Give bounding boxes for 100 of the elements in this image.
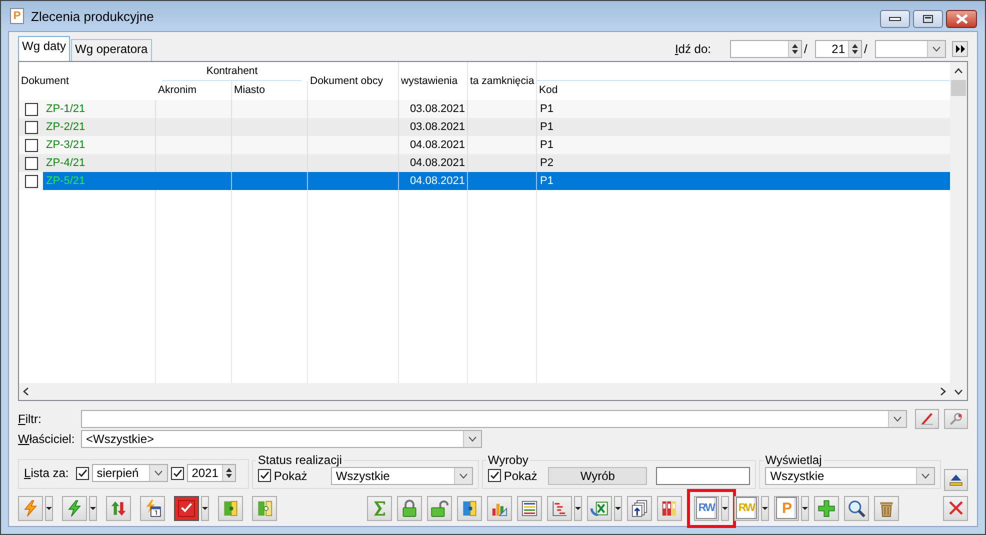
scroll-left-icon[interactable]: [23, 387, 29, 396]
toolbar-button[interactable]: [627, 496, 652, 520]
maximize-button[interactable]: [913, 10, 943, 28]
dropdown-button[interactable]: [574, 496, 582, 520]
chevron-icon: [468, 436, 477, 442]
toolbar-button[interactable]: [657, 496, 682, 520]
separator-text: /: [803, 42, 808, 56]
dropdown-button[interactable]: [45, 496, 53, 520]
dropdown-button[interactable]: [89, 496, 97, 520]
status-dropdown[interactable]: Wszystkie: [330, 466, 473, 484]
checkbox-label: Pokaż: [504, 468, 538, 482]
close-icon: [956, 14, 968, 24]
caret-icon: [762, 506, 768, 510]
list-icon: [520, 498, 539, 518]
toolbar-button[interactable]: [397, 496, 422, 520]
product-button[interactable]: Wyrób: [548, 466, 648, 484]
checkbox[interactable]: [258, 469, 271, 482]
column-header[interactable]: Dokument: [19, 62, 156, 100]
door-icon: [255, 498, 274, 518]
collapse-button[interactable]: [944, 469, 968, 491]
checkmark-icon: [177, 498, 196, 518]
filter-field[interactable]: [80, 410, 908, 428]
table-row[interactable]: ZP-1/21 03.08.2021 P1: [19, 100, 950, 118]
toolbar-button[interactable]: [844, 496, 869, 520]
window-title: Zlecenia produkcyjne: [31, 8, 155, 24]
dropdown-button[interactable]: [148, 465, 167, 481]
scrollbar-thumb[interactable]: [951, 80, 966, 96]
separator-text: /: [863, 42, 868, 56]
table-cell-text: P1: [539, 102, 554, 117]
dropdown-field[interactable]: [875, 40, 946, 58]
table-cell-text: ZP-4/21: [45, 156, 86, 171]
toolbar-button[interactable]: [517, 496, 542, 520]
table-cell: ZP-5/21: [43, 172, 156, 190]
column-header[interactable]: Kod: [537, 81, 950, 100]
spinner-button[interactable]: [222, 465, 235, 481]
owner-dropdown[interactable]: <Wszystkie>: [81, 430, 482, 448]
input-field[interactable]: [656, 466, 750, 484]
spinner-button[interactable]: [788, 41, 801, 57]
field-label: Filtr:: [18, 412, 42, 426]
table-row[interactable]: ZP-5/21 04.08.2021 P1: [19, 172, 950, 190]
dropdown-button[interactable]: [721, 496, 729, 520]
input-field[interactable]: 21: [815, 40, 862, 58]
minimize-button[interactable]: [880, 10, 910, 28]
checkbox[interactable]: [24, 120, 38, 134]
checkbox[interactable]: [24, 102, 38, 116]
checkbox[interactable]: [488, 469, 501, 482]
tab[interactable]: Wg daty: [18, 36, 70, 61]
checkbox[interactable]: [24, 174, 38, 188]
tab[interactable]: Wg operatora: [71, 39, 152, 61]
checkbox[interactable]: [76, 466, 89, 480]
close-button[interactable]: [946, 10, 977, 28]
table-row[interactable]: ZP-4/21 04.08.2021 P2: [19, 154, 950, 172]
spinner-button[interactable]: [848, 41, 861, 57]
toolbar-button[interactable]: [547, 496, 572, 520]
table-row[interactable]: ZP-2/21 03.08.2021 P1: [19, 118, 950, 136]
go-button[interactable]: [952, 41, 968, 57]
year-field[interactable]: 2021: [186, 464, 236, 482]
table-cell-text: ZP-2/21: [45, 120, 86, 135]
clear-filter-button[interactable]: [915, 409, 940, 429]
checkbox-label: Pokaż: [274, 468, 308, 482]
dropdown-button[interactable]: [454, 468, 472, 484]
pen-icon: [919, 411, 936, 427]
caret-icon: [802, 506, 808, 510]
tree-icon: [550, 498, 569, 518]
month-dropdown[interactable]: sierpień: [92, 464, 168, 482]
input-field[interactable]: [730, 40, 802, 58]
search-icon: [847, 498, 866, 518]
toolbar-button[interactable]: [140, 496, 165, 520]
dropdown-button[interactable]: [201, 496, 209, 520]
chevron-icon: [458, 472, 468, 478]
chevron-icon: [921, 472, 930, 478]
table-row[interactable]: ZP-3/21 04.08.2021 P1: [19, 136, 950, 154]
close-button[interactable]: [943, 496, 968, 520]
checkbox[interactable]: [24, 138, 38, 152]
toolbar-button[interactable]: [814, 496, 839, 520]
toolbar-button[interactable]: RW: [694, 496, 719, 520]
scroll-right-icon[interactable]: [940, 387, 946, 396]
toolbar-button[interactable]: [62, 496, 87, 520]
toolbar-button[interactable]: [874, 496, 899, 520]
scroll-down-icon[interactable]: [954, 388, 963, 394]
table-cell-text: ZP-1/21: [45, 102, 86, 117]
caret-icon: [46, 506, 52, 510]
toolbar-button[interactable]: [587, 496, 612, 520]
table-cell-text: ZP-3/21: [45, 138, 86, 153]
caret-icon: [615, 506, 621, 510]
dropdown-button[interactable]: [801, 496, 809, 520]
display-dropdown[interactable]: Wszystkie: [765, 466, 936, 484]
scroll-up-icon[interactable]: [954, 68, 963, 74]
dropdown-button[interactable]: [761, 496, 769, 520]
dropdown-button[interactable]: [614, 496, 622, 520]
minimize-icon: [889, 16, 901, 22]
checkbox[interactable]: [24, 156, 38, 170]
door-icon: [460, 498, 479, 518]
toolbar-button[interactable]: [106, 496, 131, 520]
group-label: Status realizacji: [256, 454, 343, 466]
app-icon: P: [10, 8, 24, 24]
maximize-icon: [923, 15, 933, 23]
checkbox[interactable]: [170, 466, 184, 480]
toolbar-button[interactable]: [427, 496, 452, 520]
toolbar-button[interactable]: [174, 496, 199, 520]
